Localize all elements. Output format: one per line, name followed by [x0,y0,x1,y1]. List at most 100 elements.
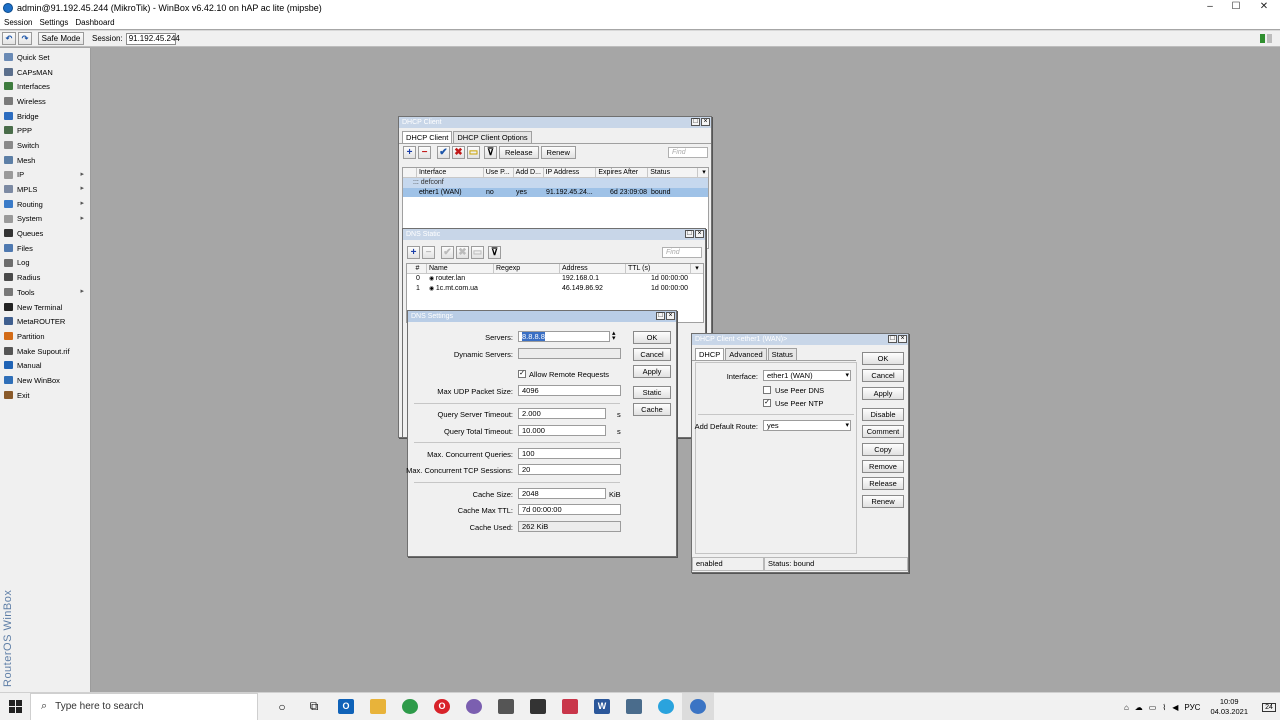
filter-icon[interactable]: ⊽ [488,246,501,259]
menu-settings[interactable]: Settings [39,18,68,27]
cortana-icon[interactable]: ○ [266,693,298,720]
calculator-icon[interactable] [490,693,522,720]
apply-button[interactable]: Apply [633,365,671,378]
menu-session[interactable]: Session [4,18,32,27]
dns-settings-titlebar[interactable]: DNS Settings □ × [408,311,676,322]
cache-max-ttl-input[interactable]: 7d 00:00:00 [518,504,621,515]
restore-icon[interactable]: □ [691,118,700,126]
col-ttl[interactable]: TTL (s) [626,264,691,273]
query-total-timeout-input[interactable]: 10.000 [518,425,606,436]
sidebar-item-quick-set[interactable]: Quick Set [0,50,90,65]
col-expires-after[interactable]: Expires After [596,168,649,177]
cache-button[interactable]: Cache [633,403,671,416]
app-icon[interactable] [522,693,554,720]
menu-dashboard[interactable]: Dashboard [75,18,114,27]
remove-icon[interactable]: − [422,246,435,259]
close-button[interactable]: ✕ [1250,0,1278,15]
add-icon[interactable]: + [403,146,416,159]
network-app-icon[interactable] [618,693,650,720]
tab-dhcp-client[interactable]: DHCP Client [402,131,453,143]
static-button[interactable]: Static [633,386,671,399]
cancel-button[interactable]: Cancel [862,369,904,382]
sidebar-item-exit[interactable]: Exit [0,388,90,403]
sidebar-item-mesh[interactable]: Mesh [0,153,90,168]
enable-icon[interactable]: ✔ [437,146,450,159]
sidebar-item-ppp[interactable]: PPP [0,123,90,138]
dhcp-detail-titlebar[interactable]: DHCP Client <ether1 (WAN)> □ × [692,334,908,345]
table-row[interactable]: ether1 (WAN) no yes 91.192.45.24... 6d 2… [403,187,708,197]
minimize-button[interactable]: – [1196,0,1224,15]
comment-button[interactable]: Comment [862,425,904,438]
close-icon[interactable]: × [695,230,704,238]
sidebar-item-switch[interactable]: Switch [0,138,90,153]
max-concurrent-tcp-input[interactable]: 20 [518,464,621,475]
sidebar-item-metarouter[interactable]: MetaROUTER [0,314,90,329]
winbox-taskbar-icon[interactable] [682,692,714,720]
safe-mode-button[interactable]: Safe Mode [38,32,84,45]
col-status[interactable]: Status [648,168,699,177]
ok-button[interactable]: OK [862,352,904,365]
viber-icon[interactable] [458,693,490,720]
sidebar-item-capsman[interactable]: CAPsMAN [0,65,90,80]
columns-dropdown-icon[interactable]: ▾ [698,168,708,177]
use-peer-dns-checkbox[interactable] [763,386,771,394]
remove-button[interactable]: Remove [862,460,904,473]
dhcp-client-titlebar[interactable]: DHCP Client □ × [399,117,711,128]
copy-button[interactable]: Copy [862,443,904,456]
close-icon[interactable]: × [701,118,710,126]
chrome-icon[interactable] [394,693,426,720]
language-indicator[interactable]: РУС [1184,703,1200,712]
start-button[interactable] [0,693,30,720]
sidebar-item-partition[interactable]: Partition [0,329,90,344]
session-field[interactable]: 91.192.45.244 [125,32,180,45]
cancel-button[interactable]: Cancel [633,348,671,361]
disable-button[interactable]: Disable [862,408,904,421]
people-icon[interactable]: ⌂ [1124,703,1129,712]
add-default-route-select[interactable]: yes ▾ [763,420,851,431]
undo-button[interactable]: ↶ [2,32,16,45]
notifications-icon[interactable]: 24 [1258,693,1280,720]
query-server-timeout-input[interactable]: 2.000 [518,408,606,419]
add-icon[interactable]: + [407,246,420,259]
sidebar-item-manual[interactable]: Manual [0,358,90,373]
servers-updown-icon[interactable]: ▴ ▾ [612,330,616,342]
tab-advanced[interactable]: Advanced [725,348,767,360]
col-interface[interactable]: Interface [417,168,484,177]
disable-icon[interactable]: ✖ [456,246,469,259]
dns-static-titlebar[interactable]: DNS Static □ × [403,229,705,240]
col-address[interactable]: Address [560,264,626,273]
restore-icon[interactable]: □ [656,312,665,320]
use-peer-ntp-checkbox[interactable]: ✓ [763,399,771,407]
outlook-app-icon[interactable]: O [330,693,362,720]
disable-icon[interactable]: ✖ [452,146,465,159]
redo-button[interactable]: ↷ [18,32,32,45]
sidebar-item-radius[interactable]: Radius [0,270,90,285]
sidebar-item-ip[interactable]: IP ▸ [0,168,90,183]
tab-dhcp-client-options[interactable]: DHCP Client Options [453,131,532,143]
tab-status[interactable]: Status [767,348,797,360]
close-icon[interactable]: × [898,335,907,343]
sidebar-item-terminal[interactable]: New Terminal [0,300,90,315]
apply-button[interactable]: Apply [862,387,904,400]
release-button[interactable]: Release [499,146,539,159]
sidebar-item-queues[interactable]: Queues [0,226,90,241]
ok-button[interactable]: OK [633,331,671,344]
table-row[interactable]: 1 ◉ 1c.mt.com.ua 46.149.86.92 1d 00:00:0… [407,284,703,294]
table-row[interactable]: 0 ◉ router.lan 192.168.0.1 1d 00:00:00 [407,274,703,284]
sidebar-item-wireless[interactable]: Wireless [0,94,90,109]
close-icon[interactable]: × [666,312,675,320]
sidebar-item-winbox[interactable]: New WinBox [0,373,90,388]
sidebar-item-routing[interactable]: Routing ▸ [0,197,90,212]
table-comment-row[interactable]: ::: defconf [403,178,708,188]
remove-icon[interactable]: − [418,146,431,159]
find-input[interactable]: Find [668,147,708,158]
maximize-button[interactable]: ☐ [1222,0,1250,15]
col-number[interactable]: # [407,264,427,273]
task-view-icon[interactable]: ⧉ [298,693,330,720]
app-notification-icon[interactable] [554,693,586,720]
tab-dhcp[interactable]: DHCP [695,348,725,360]
col-name[interactable]: Name [427,264,494,273]
restore-icon[interactable]: □ [685,230,694,238]
comment-icon[interactable]: ▭ [467,146,480,159]
sidebar-item-mpls[interactable]: MPLS ▸ [0,182,90,197]
